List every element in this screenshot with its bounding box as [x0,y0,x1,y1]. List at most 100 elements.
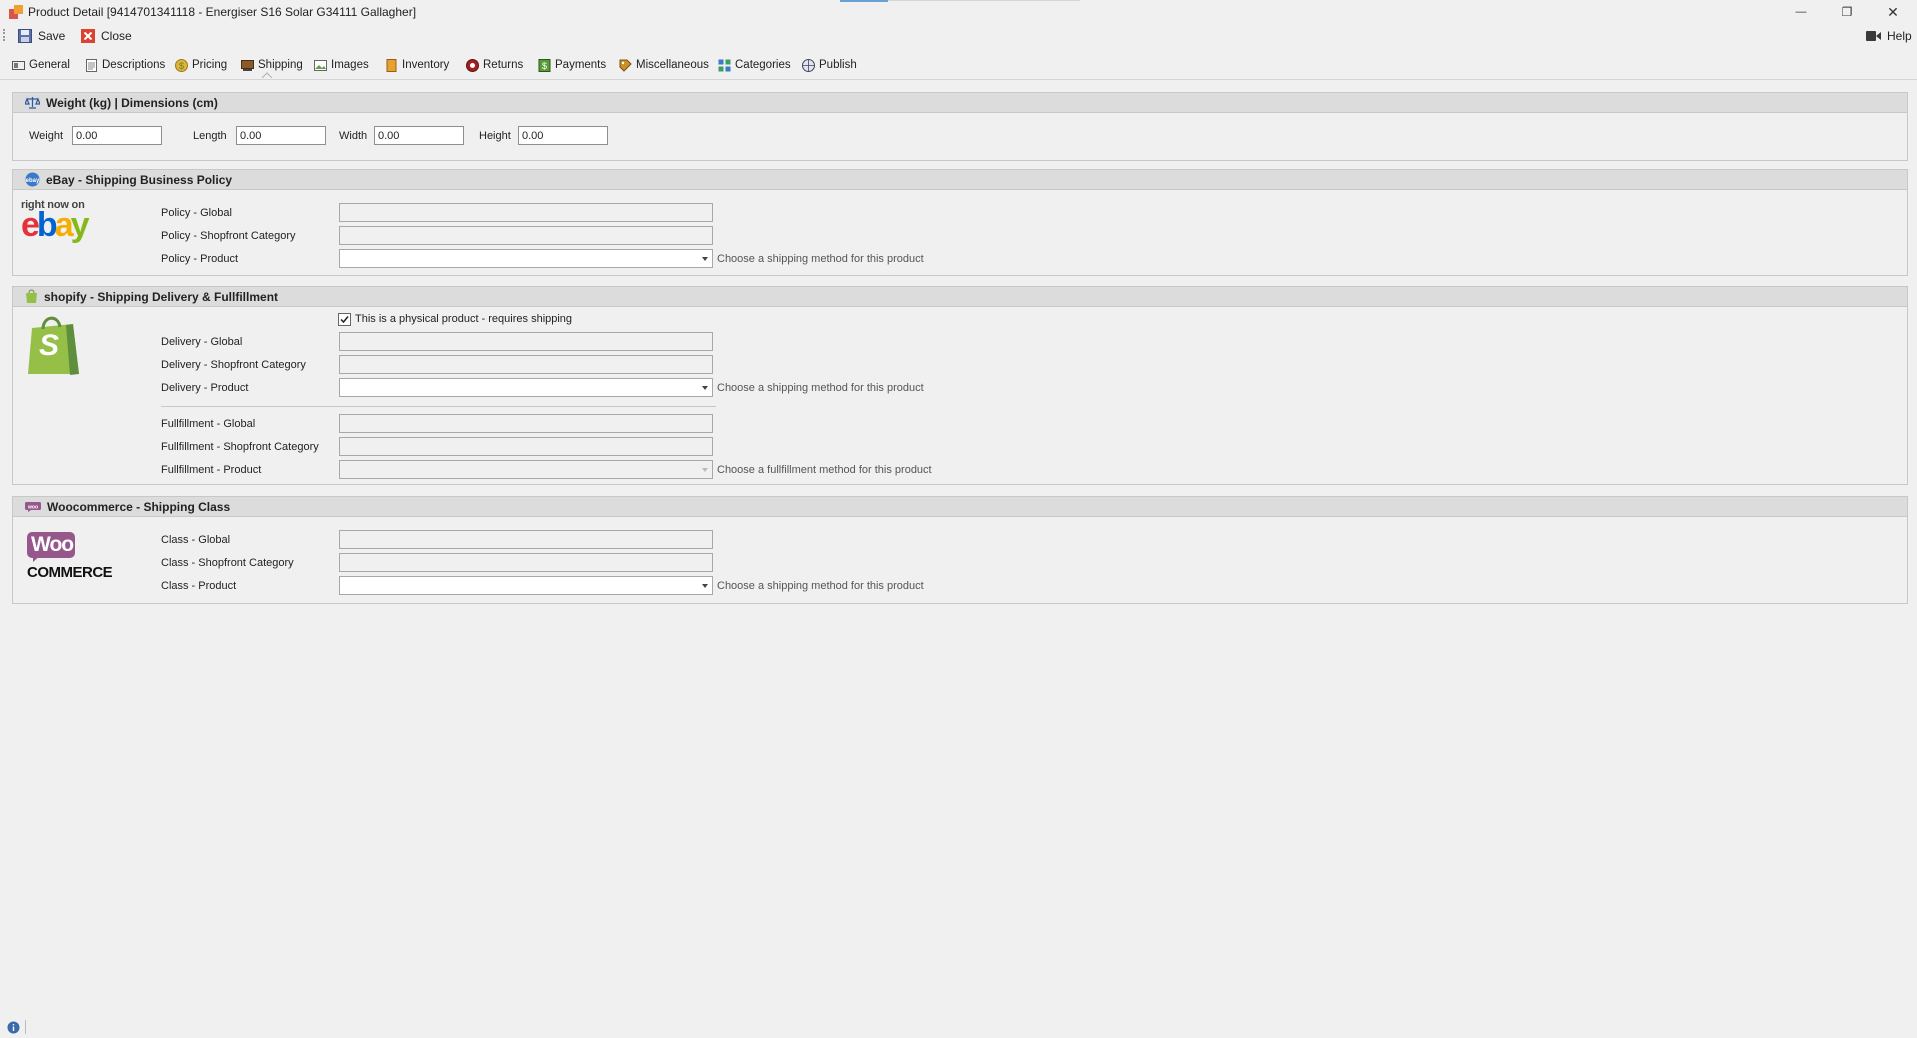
fulfillment-global-field[interactable] [339,414,713,433]
fulfillment-product-select[interactable] [339,460,713,479]
policy-category-label: Policy - Shopfront Category [161,230,296,242]
tab-publish[interactable]: Publish [802,54,857,76]
delivery-global-field[interactable] [339,332,713,351]
help-label: Help [1887,28,1912,43]
weight-dimensions-header: Weight (kg) | Dimensions (cm) [13,93,1907,113]
tab-payments-label: Payments [555,59,607,71]
fulfillment-category-field[interactable] [339,437,713,456]
chevron-down-icon [702,584,708,588]
height-input[interactable] [518,126,608,145]
shopify-divider [161,406,716,407]
class-product-label: Class - Product [161,580,237,592]
shopify-logo-letter: S [39,329,60,362]
tab-miscellaneous-label: Miscellaneous [636,59,709,71]
tab-pricing-label: Pricing [192,59,228,71]
policy-product-select[interactable] [339,249,713,268]
svg-text:ebay: ebay [26,178,40,184]
tab-payments[interactable]: $ Payments [538,54,606,76]
weight-dimensions-title: Weight (kg) | Dimensions (cm) [46,95,218,110]
woocommerce-header: woo Woocommerce - Shipping Class [13,497,1907,517]
height-label: Height [479,130,511,142]
help-button[interactable]: Help [1866,27,1912,44]
tab-images[interactable]: Images [314,54,369,76]
tab-descriptions-label: Descriptions [102,59,166,71]
tab-miscellaneous[interactable]: Miscellaneous [619,54,709,76]
physical-product-label[interactable]: This is a physical product - requires sh… [355,313,572,325]
tab-inventory[interactable]: Inventory [385,54,449,76]
fulfillment-category-label: Fullfillment - Shopfront Category [161,441,319,453]
video-help-icon [1866,30,1881,41]
chevron-down-icon [702,257,708,261]
tab-images-label: Images [331,59,369,71]
ebay-logo: right now on ebay [21,199,121,249]
svg-text:$: $ [179,61,184,71]
woocommerce-logo-top: Woo [31,533,74,556]
close-window-icon: ✕ [1887,3,1899,20]
weight-dimensions-panel: Weight (kg) | Dimensions (cm) Weight Len… [12,92,1908,161]
save-icon [18,28,32,43]
delivery-product-hint: Choose a shipping method for this produc… [717,382,924,394]
length-input[interactable] [236,126,326,145]
delivery-product-select[interactable] [339,378,713,397]
title-accent-line [888,0,1080,1]
policy-global-field[interactable] [339,203,713,222]
toolbar: Save Close Help [0,24,1917,46]
delivery-product-label: Delivery - Product [161,382,249,394]
policy-global-label: Policy - Global [161,207,232,219]
save-button[interactable]: Save [18,27,65,44]
title-accent [840,0,888,2]
info-icon[interactable] [7,1021,20,1034]
delivery-category-field[interactable] [339,355,713,374]
pricing-icon: $ [175,58,188,72]
tab-pricing[interactable]: $ Pricing [175,54,227,76]
ebay-logo-letter-a: a [54,206,74,244]
class-global-label: Class - Global [161,534,231,546]
tab-categories[interactable]: Categories [718,54,791,76]
woocommerce-logo: Woo COMMERCE [27,532,117,587]
shipping-icon [241,59,254,71]
shopify-title: shopify - Shipping Delivery & Fullfillme… [44,289,279,304]
close-button[interactable]: Close [81,27,132,44]
close-label: Close [101,28,132,43]
fulfillment-product-hint: Choose a fullfillment method for this pr… [717,464,932,476]
returns-icon [466,58,479,72]
policy-category-field[interactable] [339,226,713,245]
ebay-panel: ebay eBay - Shipping Business Policy rig… [12,169,1908,276]
scale-icon [25,97,40,109]
physical-product-checkbox[interactable] [338,313,351,326]
tab-publish-label: Publish [819,59,857,71]
policy-product-label: Policy - Product [161,253,239,265]
restore-button[interactable]: ❐ [1824,0,1870,24]
fulfillment-global-label: Fullfillment - Global [161,418,256,430]
ebay-badge-icon: ebay [25,172,40,187]
active-tab-indicator [262,72,272,78]
class-global-field[interactable] [339,530,713,549]
tab-inventory-label: Inventory [402,59,450,71]
tab-strip: General Descriptions $ Pricing Shipping … [0,52,1917,80]
length-label: Length [193,130,227,142]
window-title: Product Detail [9414701341118 - Energise… [28,5,417,19]
ebay-title: eBay - Shipping Business Policy [46,172,233,187]
width-input[interactable] [374,126,464,145]
general-icon [12,60,25,70]
app-icon [9,5,23,19]
descriptions-icon [86,58,97,72]
ebay-logo-letter-b: b [36,206,58,244]
tab-general[interactable]: General [12,54,70,76]
minimize-button[interactable]: — [1778,0,1824,24]
close-icon [81,28,95,43]
delivery-category-label: Delivery - Shopfront Category [161,359,306,371]
status-bar-divider [25,1020,26,1034]
close-window-button[interactable]: ✕ [1870,0,1916,24]
weight-input[interactable] [72,126,162,145]
shopify-badge-icon [26,289,37,303]
class-product-select[interactable] [339,576,713,595]
woocommerce-panel: woo Woocommerce - Shipping Class Woo COM… [12,496,1908,604]
tab-descriptions[interactable]: Descriptions [85,54,165,76]
svg-text:woo: woo [27,504,38,510]
class-category-field[interactable] [339,553,713,572]
ebay-logo-letter-y: y [70,206,90,244]
tab-returns[interactable]: Returns [466,54,523,76]
delivery-global-label: Delivery - Global [161,336,243,348]
svg-text:$: $ [542,61,547,71]
